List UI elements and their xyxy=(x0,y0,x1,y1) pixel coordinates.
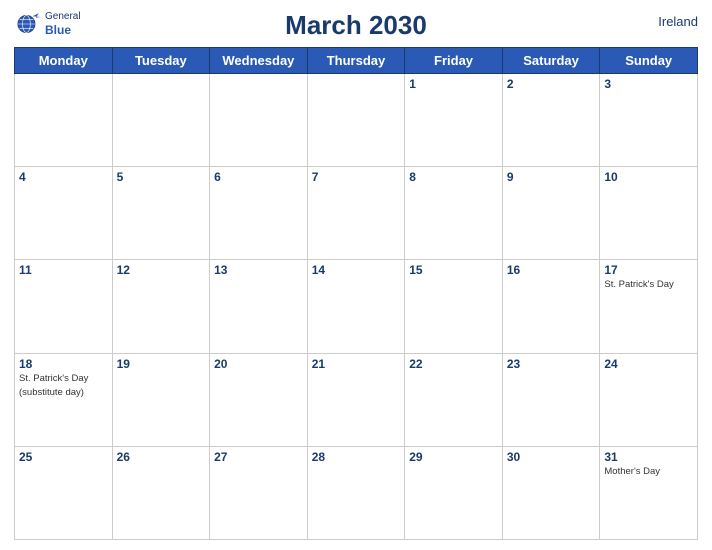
day-number: 19 xyxy=(117,357,206,371)
day-number: 28 xyxy=(312,450,401,464)
day-number: 10 xyxy=(604,170,693,184)
weekday-header: Sunday xyxy=(600,48,698,74)
day-number: 17 xyxy=(604,263,693,277)
day-number: 6 xyxy=(214,170,303,184)
calendar-cell: 29 xyxy=(405,446,503,539)
calendar-cell: 26 xyxy=(112,446,210,539)
day-number: 5 xyxy=(117,170,206,184)
calendar-cell: 13 xyxy=(210,260,308,353)
day-number: 2 xyxy=(507,77,596,91)
calendar-week-row: 11 12 13 14 15 16 17 St. Patrick's Day xyxy=(15,260,698,353)
event-label: St. Patrick's Day xyxy=(604,279,693,291)
calendar-cell: 8 xyxy=(405,167,503,260)
day-number: 18 xyxy=(19,357,108,371)
weekday-header: Wednesday xyxy=(210,48,308,74)
weekday-header: Saturday xyxy=(502,48,600,74)
calendar-cell: 3 xyxy=(600,74,698,167)
day-number: 3 xyxy=(604,77,693,91)
day-number: 21 xyxy=(312,357,401,371)
day-number: 31 xyxy=(604,450,693,464)
day-number: 11 xyxy=(19,263,108,277)
day-number: 22 xyxy=(409,357,498,371)
calendar-cell: 12 xyxy=(112,260,210,353)
calendar-cell xyxy=(210,74,308,167)
logo-blue: Blue xyxy=(45,23,81,37)
calendar-cell: 24 xyxy=(600,353,698,446)
calendar-cell xyxy=(307,74,405,167)
calendar-cell: 15 xyxy=(405,260,503,353)
calendar-cell: 25 xyxy=(15,446,113,539)
day-number: 25 xyxy=(19,450,108,464)
weekday-header: Thursday xyxy=(307,48,405,74)
calendar-table: MondayTuesdayWednesdayThursdayFridaySatu… xyxy=(14,47,698,540)
logo-text: General Blue xyxy=(45,11,81,37)
day-number: 23 xyxy=(507,357,596,371)
calendar-cell: 17 St. Patrick's Day xyxy=(600,260,698,353)
day-number: 4 xyxy=(19,170,108,184)
calendar-cell xyxy=(15,74,113,167)
calendar-cell: 20 xyxy=(210,353,308,446)
calendar-week-row: 456789 10 xyxy=(15,167,698,260)
calendar-cell: 1 xyxy=(405,74,503,167)
day-number: 14 xyxy=(312,263,401,277)
calendar-cell: 30 xyxy=(502,446,600,539)
day-number: 16 xyxy=(507,263,596,277)
calendar-cell: 22 xyxy=(405,353,503,446)
calendar-cell: 18 St. Patrick's Day (substitute day) xyxy=(15,353,113,446)
day-number: 24 xyxy=(604,357,693,371)
country-label: Ireland xyxy=(658,14,698,29)
calendar-cell: 16 xyxy=(502,260,600,353)
calendar-cell: 14 xyxy=(307,260,405,353)
calendar-week-row: 18 St. Patrick's Day (substitute day) 19 20 2… xyxy=(15,353,698,446)
calendar-cell xyxy=(112,74,210,167)
calendar-cell: 27 xyxy=(210,446,308,539)
day-number: 8 xyxy=(409,170,498,184)
calendar-cell: 9 xyxy=(502,167,600,260)
day-number: 13 xyxy=(214,263,303,277)
logo: General Blue xyxy=(14,10,81,38)
calendar-cell: 23 xyxy=(502,353,600,446)
calendar-cell: 21 xyxy=(307,353,405,446)
logo-icon xyxy=(14,10,42,38)
day-number: 9 xyxy=(507,170,596,184)
event-label: St. Patrick's Day xyxy=(19,373,108,385)
weekday-header-row: MondayTuesdayWednesdayThursdayFridaySatu… xyxy=(15,48,698,74)
event-label: Mother's Day xyxy=(604,466,693,478)
day-number: 27 xyxy=(214,450,303,464)
calendar-cell: 4 xyxy=(15,167,113,260)
weekday-header: Friday xyxy=(405,48,503,74)
calendar-week-row: 25 26 27 28 29 30 31 Mother's Day xyxy=(15,446,698,539)
calendar-cell: 6 xyxy=(210,167,308,260)
day-number: 7 xyxy=(312,170,401,184)
day-number: 15 xyxy=(409,263,498,277)
calendar-week-row: 123 xyxy=(15,74,698,167)
calendar-cell: 11 xyxy=(15,260,113,353)
weekday-header: Tuesday xyxy=(112,48,210,74)
day-number: 1 xyxy=(409,77,498,91)
day-number: 26 xyxy=(117,450,206,464)
calendar-cell: 28 xyxy=(307,446,405,539)
day-number: 12 xyxy=(117,263,206,277)
logo-general: General xyxy=(45,11,81,23)
event-label: (substitute day) xyxy=(19,387,108,399)
day-number: 29 xyxy=(409,450,498,464)
calendar-wrapper: General Blue March 2030 Ireland MondayTu… xyxy=(0,0,712,550)
calendar-cell: 5 xyxy=(112,167,210,260)
day-number: 20 xyxy=(214,357,303,371)
header-row: General Blue March 2030 Ireland xyxy=(14,10,698,41)
weekday-header: Monday xyxy=(15,48,113,74)
day-number: 30 xyxy=(507,450,596,464)
calendar-title: March 2030 xyxy=(285,10,427,41)
calendar-cell: 19 xyxy=(112,353,210,446)
calendar-cell: 7 xyxy=(307,167,405,260)
calendar-cell: 2 xyxy=(502,74,600,167)
calendar-cell: 31 Mother's Day xyxy=(600,446,698,539)
calendar-cell: 10 xyxy=(600,167,698,260)
